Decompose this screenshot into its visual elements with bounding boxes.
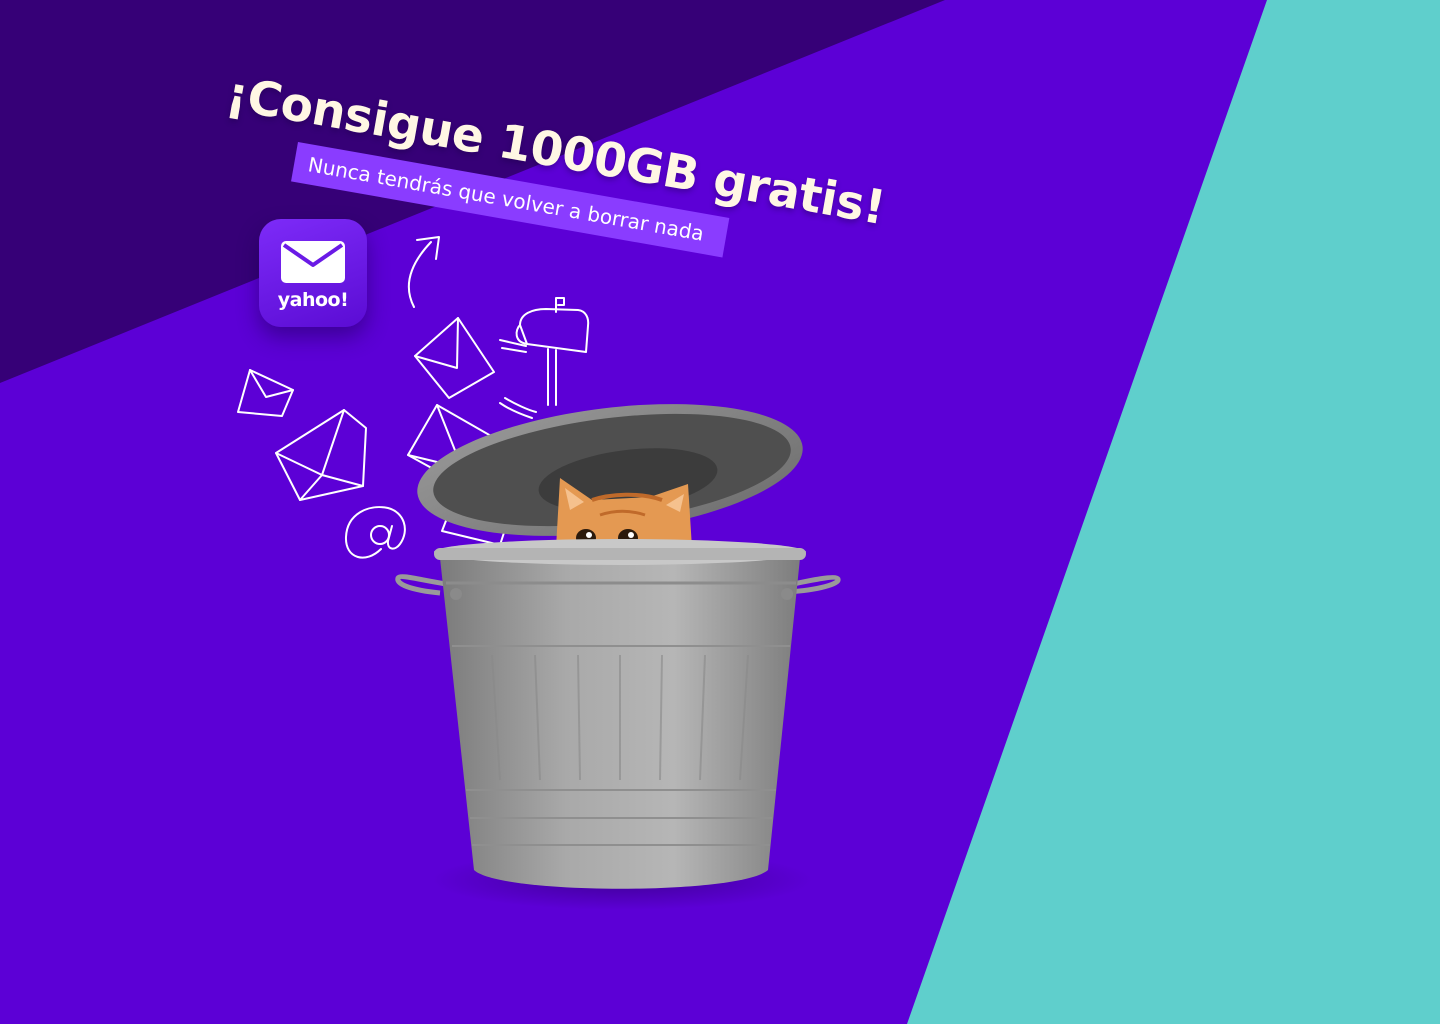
promo-banner: ¡Consigue 1000GB gratis! Nunca tendrás q… xyxy=(0,0,1440,1024)
bin-handle-left xyxy=(395,574,447,596)
trash-bin-illustration xyxy=(395,404,841,910)
bin-body xyxy=(434,539,806,889)
